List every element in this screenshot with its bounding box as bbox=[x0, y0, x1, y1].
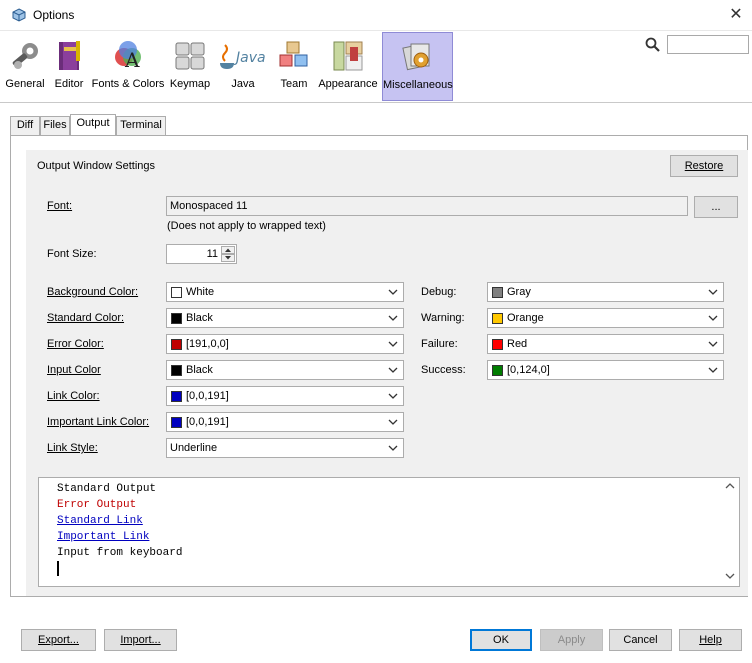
font-size-label: Font Size: bbox=[47, 248, 97, 260]
link-color-combo[interactable]: [0,0,191] bbox=[166, 386, 404, 406]
category-miscellaneous[interactable]: Miscellaneous bbox=[382, 32, 453, 101]
category-fonts-colors[interactable]: A Fonts & Colors bbox=[90, 32, 166, 101]
debug-color-combo[interactable]: Gray bbox=[487, 282, 724, 302]
chevron-down-icon bbox=[388, 445, 398, 451]
tab-files[interactable]: Files bbox=[40, 116, 70, 135]
keymap-keyboard-icon bbox=[175, 42, 205, 70]
font-browse-button[interactable]: ... bbox=[694, 196, 738, 218]
search-input[interactable] bbox=[667, 35, 749, 54]
netbeans-cube-icon bbox=[12, 8, 26, 22]
input-color-label: Input Color bbox=[47, 364, 101, 376]
debug-color-label: Debug: bbox=[421, 286, 457, 298]
export-button[interactable]: Export... bbox=[21, 629, 96, 651]
preview-scrollbar[interactable] bbox=[722, 478, 739, 586]
font-note: (Does not apply to wrapped text) bbox=[167, 220, 326, 232]
error-color-combo[interactable]: [191,0,0] bbox=[166, 334, 404, 354]
color-swatch bbox=[171, 313, 182, 324]
preview-error-output: Error Output bbox=[57, 499, 137, 511]
link-style-combo[interactable]: Underline bbox=[166, 438, 404, 458]
text-caret bbox=[57, 561, 59, 576]
window-title: Options bbox=[33, 8, 75, 22]
warning-color-combo[interactable]: Orange bbox=[487, 308, 724, 328]
fonts-colors-icon: A bbox=[115, 41, 141, 72]
error-color-label: Error Color: bbox=[47, 338, 104, 350]
font-field[interactable]: Monospaced 11 bbox=[166, 196, 688, 216]
appearance-icon bbox=[333, 41, 363, 71]
chevron-down-icon bbox=[388, 289, 398, 295]
scroll-up-icon[interactable] bbox=[725, 482, 735, 490]
miscellaneous-icon bbox=[401, 43, 429, 71]
category-general[interactable]: General bbox=[2, 32, 48, 101]
close-icon: ✕ bbox=[729, 6, 743, 23]
scroll-down-icon[interactable] bbox=[725, 572, 735, 580]
wrench-gear-icon bbox=[12, 43, 38, 69]
output-preview[interactable]: Standard Output Error Output Standard Li… bbox=[38, 477, 740, 587]
preview-important-link[interactable]: Important Link bbox=[57, 531, 149, 543]
font-size-spinner[interactable]: 11 bbox=[166, 244, 237, 264]
tab-terminal[interactable]: Terminal bbox=[116, 116, 166, 135]
color-swatch bbox=[492, 313, 503, 324]
important-link-color-combo[interactable]: [0,0,191] bbox=[166, 412, 404, 432]
standard-color-label: Standard Color: bbox=[47, 312, 125, 324]
chevron-down-icon bbox=[388, 419, 398, 425]
svg-text:A: A bbox=[124, 48, 140, 72]
editor-book-icon bbox=[59, 41, 80, 70]
font-label: Font: bbox=[47, 200, 73, 212]
category-appearance[interactable]: Appearance bbox=[316, 32, 380, 101]
category-team[interactable]: Team bbox=[274, 32, 314, 101]
failure-color-label: Failure: bbox=[421, 338, 458, 350]
apply-button: Apply bbox=[540, 629, 603, 651]
tab-diff[interactable]: Diff bbox=[10, 116, 40, 135]
chevron-down-icon bbox=[708, 341, 718, 347]
color-swatch bbox=[492, 365, 503, 376]
color-swatch bbox=[171, 417, 182, 428]
ok-button[interactable]: OK bbox=[470, 629, 532, 651]
background-color-combo[interactable]: White bbox=[166, 282, 404, 302]
link-color-label: Link Color: bbox=[47, 390, 100, 402]
input-color-combo[interactable]: Black bbox=[166, 360, 404, 380]
font-size-value: 11 bbox=[206, 248, 218, 260]
search-icon bbox=[645, 37, 660, 52]
background-color-label: Background Color: bbox=[47, 286, 139, 298]
preview-standard-output: Standard Output bbox=[57, 483, 157, 495]
cancel-button[interactable]: Cancel bbox=[609, 629, 672, 651]
section-title: Output Window Settings bbox=[37, 160, 156, 172]
success-color-combo[interactable]: [0,124,0] bbox=[487, 360, 724, 380]
svg-text:Java: Java bbox=[233, 50, 266, 66]
import-button[interactable]: Import... bbox=[104, 629, 177, 651]
tab-output[interactable]: Output bbox=[70, 114, 116, 135]
title-bar bbox=[0, 0, 752, 31]
restore-button[interactable]: Restore bbox=[670, 155, 738, 177]
important-link-color-label: Important Link Color: bbox=[47, 416, 150, 428]
failure-color-combo[interactable]: Red bbox=[487, 334, 724, 354]
spinner-arrows-icon[interactable] bbox=[221, 246, 235, 262]
warning-color-label: Warning: bbox=[421, 312, 465, 324]
color-swatch bbox=[171, 365, 182, 376]
standard-color-combo[interactable]: Black bbox=[166, 308, 404, 328]
chevron-down-icon bbox=[388, 367, 398, 373]
close-button[interactable]: ✕ bbox=[722, 2, 750, 28]
java-icon: Java bbox=[220, 44, 266, 69]
chevron-down-icon bbox=[708, 367, 718, 373]
chevron-down-icon bbox=[708, 315, 718, 321]
preview-standard-link[interactable]: Standard Link bbox=[57, 515, 143, 527]
color-swatch bbox=[171, 287, 182, 298]
chevron-down-icon bbox=[388, 393, 398, 399]
category-toolbar: General Editor A Fonts & Colors Keymap J… bbox=[0, 31, 752, 103]
success-color-label: Success: bbox=[421, 364, 466, 376]
category-java[interactable]: Java Java bbox=[214, 32, 272, 101]
color-swatch bbox=[171, 391, 182, 402]
chevron-down-icon bbox=[388, 315, 398, 321]
preview-input-line: Input from keyboard bbox=[57, 547, 183, 559]
color-swatch bbox=[171, 339, 182, 350]
chevron-down-icon bbox=[708, 289, 718, 295]
color-swatch bbox=[492, 339, 503, 350]
team-cubes-icon bbox=[279, 41, 308, 67]
link-style-label: Link Style: bbox=[47, 442, 98, 454]
help-button[interactable]: Help bbox=[679, 629, 742, 651]
category-keymap[interactable]: Keymap bbox=[168, 32, 212, 101]
color-swatch bbox=[492, 287, 503, 298]
chevron-down-icon bbox=[388, 341, 398, 347]
category-editor[interactable]: Editor bbox=[50, 32, 88, 101]
